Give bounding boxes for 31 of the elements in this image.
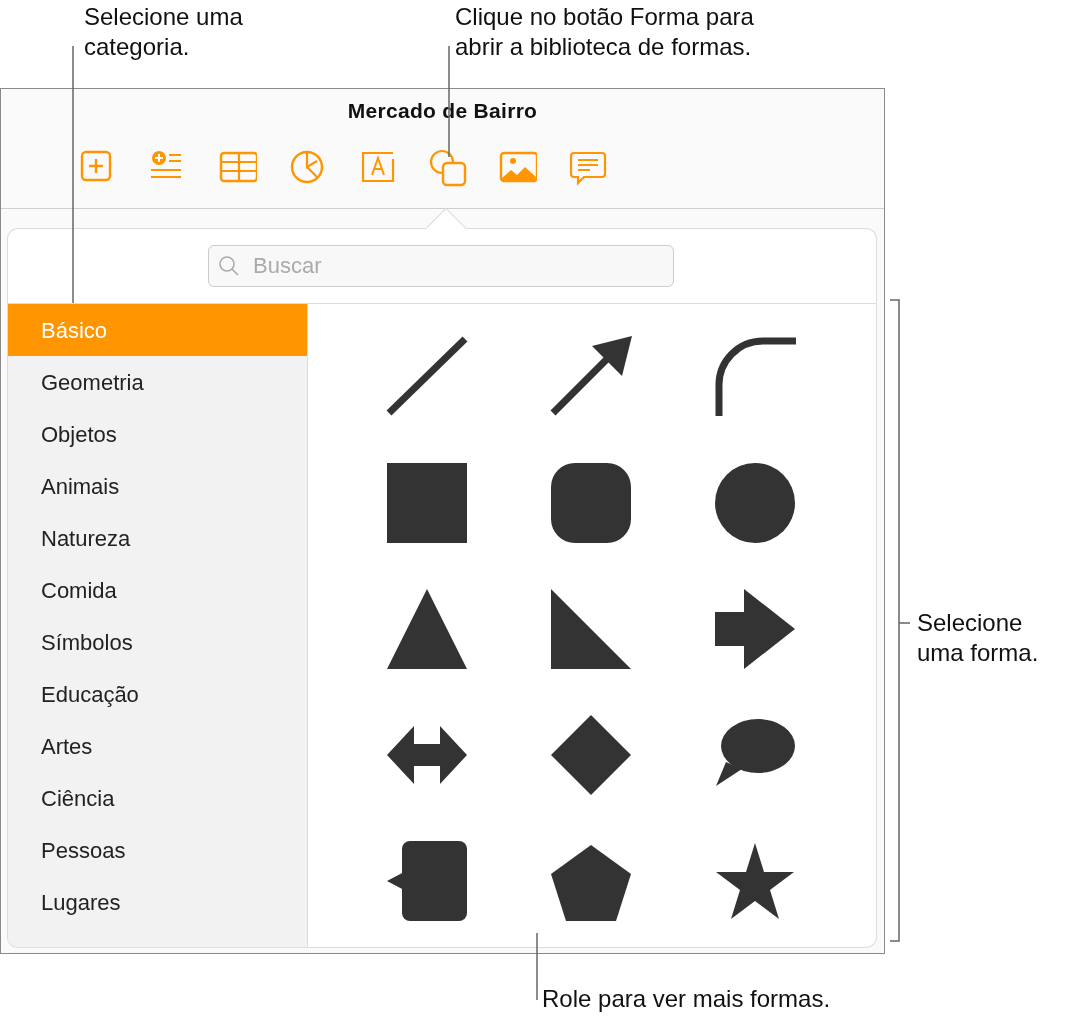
category-item[interactable]: Símbolos — [8, 616, 307, 668]
callout-text: Selecione uma categoria. — [84, 2, 243, 62]
category-item[interactable]: Artes — [8, 720, 307, 772]
search-field[interactable]: Buscar — [208, 245, 674, 287]
diamond-icon[interactable] — [550, 714, 632, 796]
arrow-icon[interactable] — [550, 336, 632, 418]
right-triangle-icon[interactable] — [550, 588, 632, 670]
category-item[interactable]: Ciência — [8, 772, 307, 824]
document-title: Mercado de Bairro — [347, 98, 538, 124]
search-icon — [218, 255, 240, 277]
category-item[interactable]: Geometria — [8, 356, 307, 408]
category-item[interactable]: Educação — [8, 668, 307, 720]
category-item[interactable]: Pessoas — [8, 824, 307, 876]
right-arrow-icon[interactable] — [714, 588, 796, 670]
shapes-icon — [429, 148, 467, 187]
rounded-square-icon[interactable] — [550, 462, 632, 544]
line-icon[interactable] — [386, 336, 468, 418]
callout-text: Role para ver mais formas. — [542, 984, 831, 1014]
category-item[interactable]: Objetos — [8, 408, 307, 460]
category-item[interactable]: Comida — [8, 564, 307, 616]
square-icon[interactable] — [386, 462, 468, 544]
category-item[interactable]: Lugares — [8, 876, 307, 928]
callout-text: Clique no botão Forma para abrir a biblioteca de formas. — [455, 2, 754, 62]
callout-text: Selecione uma forma. — [917, 608, 1039, 668]
category-item[interactable]: Natureza — [8, 512, 307, 564]
category-item[interactable]: Animais — [8, 460, 307, 512]
callout-icon[interactable] — [386, 840, 468, 922]
triangle-icon[interactable] — [386, 588, 468, 670]
circle-icon[interactable] — [714, 462, 796, 544]
leader-line — [536, 932, 538, 1001]
arc-icon[interactable] — [714, 336, 796, 418]
